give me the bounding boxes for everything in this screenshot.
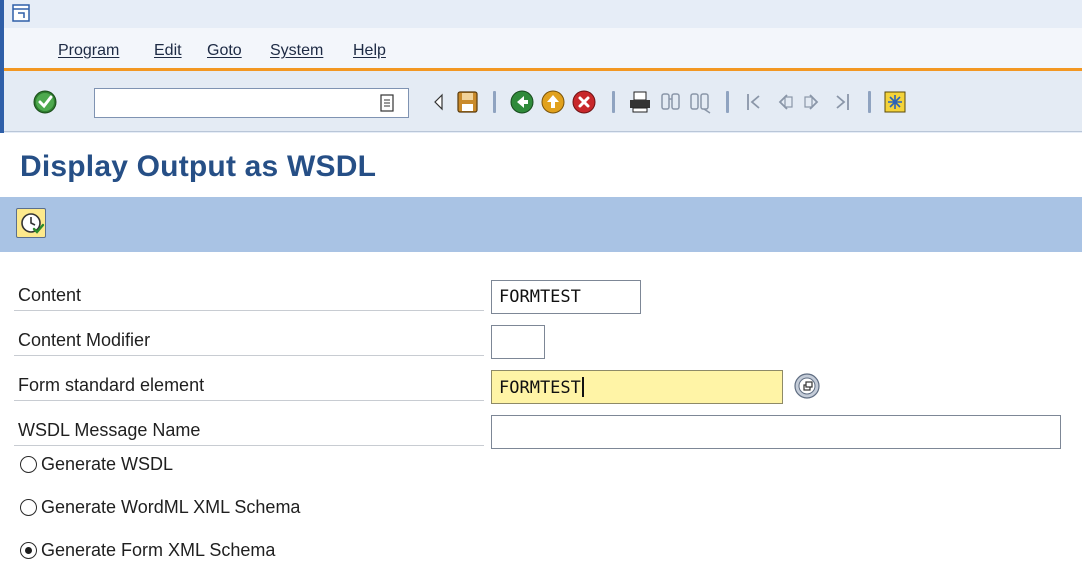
application-toolbar [0, 197, 1082, 252]
command-field[interactable] [94, 88, 409, 118]
generate-wordml-label: Generate WordML XML Schema [41, 497, 301, 517]
menu-edit[interactable]: Edit [154, 42, 182, 60]
text-cursor [581, 377, 584, 397]
content-modifier-label: Content Modifier [18, 330, 151, 350]
form-element-row: Form standard element FORMTEST [14, 358, 1082, 404]
option-generate-form-xml[interactable]: Generate Form XML Schema [20, 540, 275, 574]
next-page-icon[interactable] [800, 89, 826, 115]
row-divider [14, 445, 484, 446]
generate-form-xml-label: Generate Form XML Schema [41, 540, 276, 560]
standard-toolbar [4, 71, 1082, 132]
row-divider [14, 400, 484, 401]
menu-bar: Program Edit Goto System Help [4, 28, 1082, 68]
content-modifier-row: Content Modifier [14, 313, 1082, 359]
generate-wordml-radio[interactable] [20, 499, 37, 516]
content-row: Content FORMTEST [14, 268, 1082, 314]
menu-system[interactable]: System [270, 42, 323, 60]
wsdl-message-input[interactable] [491, 415, 1061, 449]
execute-button[interactable] [16, 208, 46, 238]
generate-form-xml-radio[interactable] [20, 542, 37, 559]
system-menu-icon[interactable] [12, 4, 30, 22]
generate-wsdl-label: Generate WSDL [41, 454, 174, 474]
save-icon[interactable] [454, 89, 480, 115]
form-element-value: FORMTEST [499, 378, 581, 398]
last-page-icon[interactable] [829, 89, 855, 115]
toolbar-separator [868, 91, 871, 113]
menu-help[interactable]: Help [353, 42, 386, 60]
toolbar-separator [726, 91, 729, 113]
command-history-icon[interactable] [378, 93, 396, 113]
window-chrome: Program Edit Goto System Help [0, 0, 1082, 133]
toolbar-separator [612, 91, 615, 113]
ok-icon[interactable] [32, 89, 58, 115]
page-title: Display Output as WSDL [20, 150, 377, 183]
menu-program[interactable]: Program [58, 42, 119, 60]
content-label: Content [18, 285, 82, 305]
option-generate-wsdl[interactable]: Generate WSDL [20, 454, 173, 488]
wsdl-message-label: WSDL Message Name [18, 420, 201, 440]
previous-page-icon[interactable] [771, 89, 797, 115]
content-modifier-input[interactable] [491, 325, 545, 359]
create-session-icon[interactable] [882, 89, 908, 115]
wsdl-message-row: WSDL Message Name [14, 403, 1082, 449]
generate-wsdl-radio[interactable] [20, 456, 37, 473]
value-help-icon[interactable] [793, 372, 821, 400]
back-icon[interactable] [509, 89, 535, 115]
exit-icon[interactable] [540, 89, 566, 115]
find-next-icon[interactable] [687, 89, 713, 115]
execute-clock-icon [21, 213, 45, 234]
print-icon[interactable] [627, 89, 653, 115]
option-generate-wordml[interactable]: Generate WordML XML Schema [20, 497, 300, 531]
find-icon[interactable] [658, 89, 684, 115]
menu-goto[interactable]: Goto [207, 42, 242, 60]
toolbar-separator [493, 91, 496, 113]
form-element-input[interactable]: FORMTEST [491, 370, 783, 404]
first-page-icon[interactable] [741, 89, 767, 115]
form-element-label: Form standard element [18, 375, 205, 395]
back-arrow-icon[interactable] [426, 89, 452, 115]
cancel-icon[interactable] [571, 89, 597, 115]
row-divider [14, 355, 484, 356]
row-divider [14, 310, 484, 311]
content-input[interactable]: FORMTEST [491, 280, 641, 314]
